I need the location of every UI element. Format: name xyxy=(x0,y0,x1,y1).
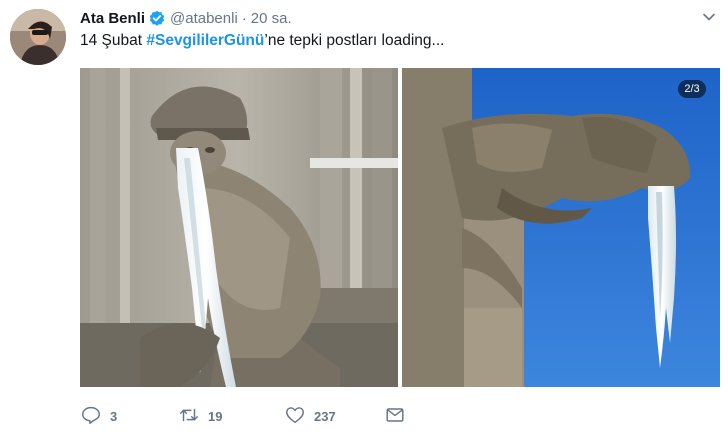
verified-badge-icon xyxy=(149,10,165,26)
media-photo-2[interactable] xyxy=(402,68,720,387)
like-count: 237 xyxy=(314,408,336,424)
media-count-badge: 2/3 xyxy=(678,80,706,98)
avatar[interactable] xyxy=(10,9,66,65)
hashtag-link[interactable]: #SevgililerGünü xyxy=(146,32,264,49)
tweet-text: 14 Şubat #SevgililerGünü’ne tepki postla… xyxy=(80,32,444,50)
reply-button[interactable]: 3 xyxy=(80,404,117,428)
tweet-actions: 3 19 237 xyxy=(80,404,500,428)
media-grid xyxy=(80,68,720,387)
message-icon xyxy=(384,404,406,429)
tweet-timestamp[interactable]: 20 sa. xyxy=(251,10,292,27)
retweet-icon xyxy=(178,404,200,429)
retweet-button[interactable]: 19 xyxy=(178,404,222,428)
tweet-text-before: 14 Şubat xyxy=(80,32,147,49)
like-button[interactable]: 237 xyxy=(284,404,336,428)
media-photo-1[interactable] xyxy=(80,68,398,387)
tweet-header: Ata Benli @atabenli · 20 sa. xyxy=(80,8,292,28)
separator-dot: · xyxy=(241,9,247,27)
direct-message-button[interactable] xyxy=(384,404,406,428)
tweet: Ata Benli @atabenli · 20 sa. 14 Şubat #S… xyxy=(0,0,728,437)
reply-icon xyxy=(80,404,102,429)
retweet-count: 19 xyxy=(208,408,223,424)
like-icon xyxy=(284,404,306,429)
tweet-text-after: ’ne tepki postları loading... xyxy=(264,32,445,49)
user-handle[interactable]: @atabenli xyxy=(170,10,238,27)
user-name[interactable]: Ata Benli xyxy=(80,10,145,27)
reply-count: 3 xyxy=(110,408,118,424)
chevron-down-icon[interactable] xyxy=(702,10,716,24)
